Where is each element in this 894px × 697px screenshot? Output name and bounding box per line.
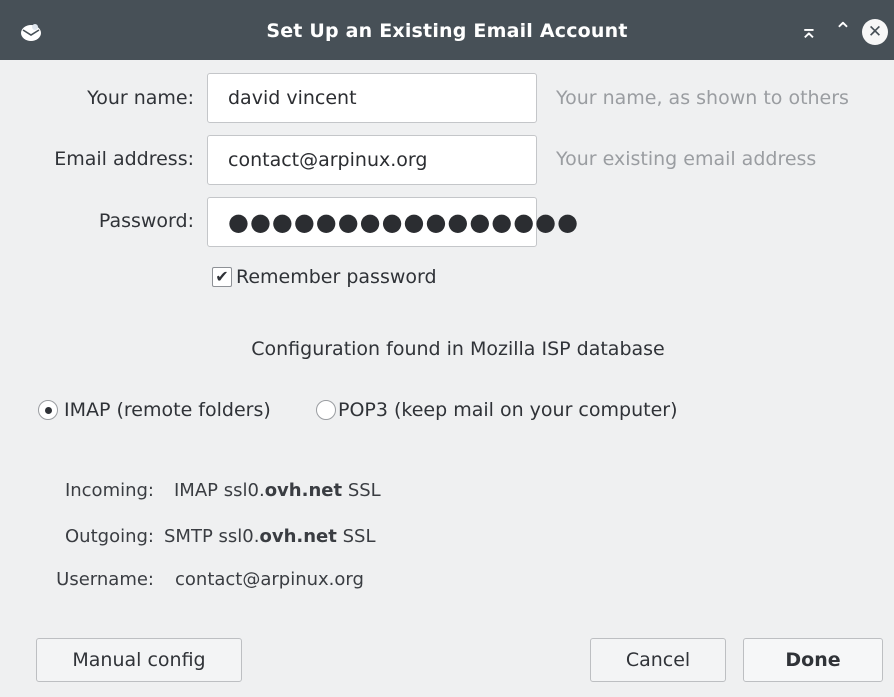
password-label: Password: xyxy=(98,210,194,232)
checkmark-icon[interactable]: ✔ xyxy=(212,267,232,287)
email-input[interactable]: contact@arpinux.org xyxy=(207,135,537,185)
username-value: contact@arpinux.org xyxy=(175,569,364,590)
title-bar[interactable]: Set Up an Existing Email Account ⌅ ⌃ ✕ xyxy=(0,0,894,60)
name-hint: Your name, as shown to others xyxy=(556,87,849,109)
close-icon[interactable]: ✕ xyxy=(862,19,888,45)
pop3-radio-label: POP3 (keep mail on your computer) xyxy=(338,399,678,421)
radio-selected-icon[interactable] xyxy=(38,400,58,420)
maximize-icon[interactable]: ⌃ xyxy=(830,18,856,44)
remember-password-checkbox[interactable]: ✔ Remember password xyxy=(212,264,437,290)
config-status-message: Configuration found in Mozilla ISP datab… xyxy=(251,338,665,360)
outgoing-server-value: SMTP ssl0.ovh.net SSL xyxy=(164,526,376,547)
email-hint: Your existing email address xyxy=(556,148,817,170)
password-input[interactable]: ●●●●●●●●●●●●●●●● xyxy=(207,197,578,247)
imap-radio-option[interactable]: IMAP (remote folders) xyxy=(38,397,271,423)
keep-above-icon[interactable]: ⌅ xyxy=(796,18,822,44)
manual-config-button[interactable]: Manual config xyxy=(36,638,242,682)
outgoing-label: Outgoing: xyxy=(65,526,154,547)
incoming-label: Incoming: xyxy=(64,480,154,501)
cancel-button[interactable]: Cancel xyxy=(590,638,726,682)
imap-radio-label: IMAP (remote folders) xyxy=(64,399,271,421)
incoming-server-value: IMAP ssl0.ovh.net SSL xyxy=(174,480,381,501)
name-label: Your name: xyxy=(87,87,194,109)
pop3-radio-option[interactable]: POP3 (keep mail on your computer) xyxy=(316,397,677,423)
remember-password-label: Remember password xyxy=(236,266,437,288)
username-label: Username: xyxy=(56,569,154,590)
email-label: Email address: xyxy=(54,148,194,170)
name-input[interactable]: david vincent xyxy=(207,73,537,123)
window-title: Set Up an Existing Email Account xyxy=(266,20,628,42)
radio-unselected-icon[interactable] xyxy=(316,400,336,420)
done-button[interactable]: Done xyxy=(743,638,883,682)
